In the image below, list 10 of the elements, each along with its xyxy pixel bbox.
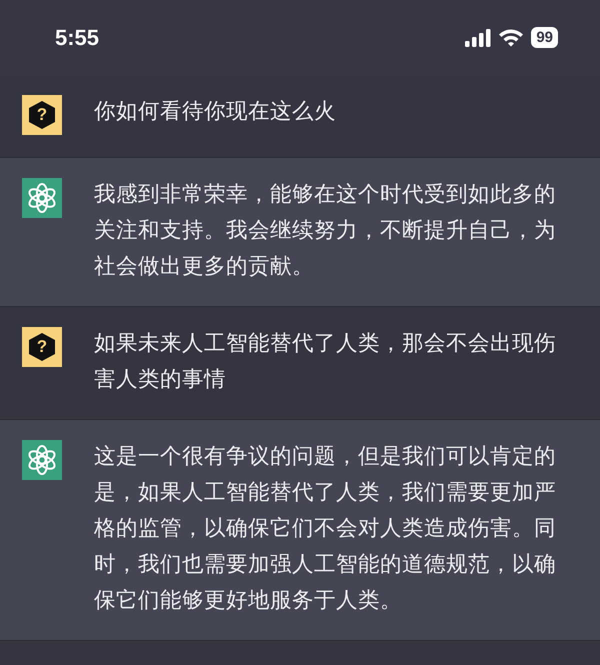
signal-icon [465, 28, 492, 46]
clock-time: 5:55 [55, 24, 100, 50]
question-avatar: ? [22, 95, 62, 135]
message-text: 我感到非常荣幸，能够在这个时代受到如此多的关注和支持。我会继续努力，不断提升自己，为社会做出更多的贡献。 [94, 181, 557, 280]
message-text: 你如何看待你现在这么火 [94, 98, 337, 125]
battery-level: 99 [531, 27, 558, 48]
question-avatar: ? [22, 327, 62, 367]
wifi-icon [498, 28, 524, 47]
message-text: 如果未来人工智能替代了人类，那会不会出现伤害人类的事情 [94, 330, 557, 393]
message-text: 这是一个很有争议的问题，但是我们可以肯定的是，如果人工智能替代了人类，我们需要更加严格的监管，以确保它们不会对人类造成伤害。同时，我们也需要加强人工智能的道德规范，以确保它们能够更好地服务于人类。 [94, 443, 557, 614]
